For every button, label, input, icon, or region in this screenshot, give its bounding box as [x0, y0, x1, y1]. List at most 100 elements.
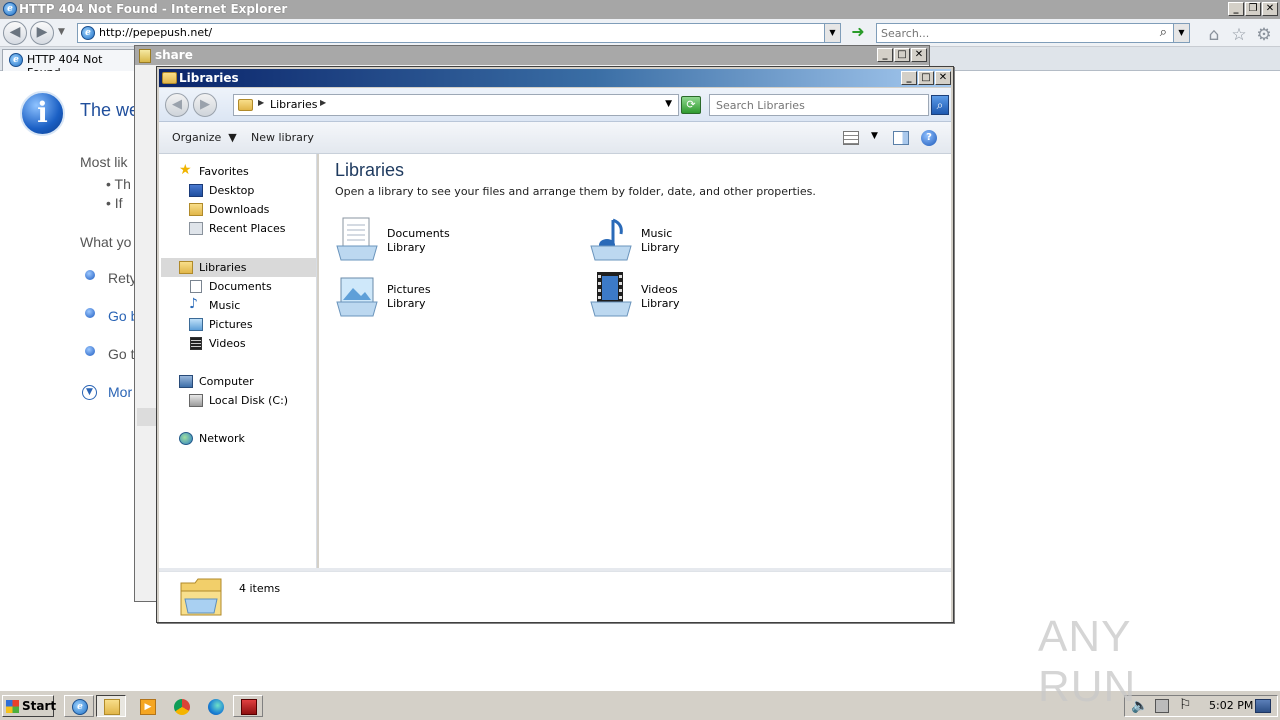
ie-icon: e [3, 2, 17, 16]
libraries-folder-icon [180, 578, 222, 616]
search-icon[interactable]: ⌕ [931, 95, 949, 115]
computer-icon [179, 375, 193, 388]
breadcrumb[interactable]: ▶ Libraries ▶ ▼ [233, 94, 679, 116]
view-dropdown-icon[interactable]: ▼ [871, 131, 878, 141]
info-icon: i [20, 91, 65, 136]
ie-icon: e [72, 699, 88, 715]
back-icon[interactable]: ◀ [3, 21, 27, 45]
ie-search-input[interactable] [877, 24, 1157, 42]
new-library-button[interactable]: New library [251, 122, 314, 154]
share-window-title: share [155, 48, 193, 62]
ie-tab[interactable]: e HTTP 404 Not Found [2, 49, 135, 79]
cause-intro: Most lik [80, 154, 128, 170]
share-titlebar: share _ □ ✕ [135, 46, 929, 65]
search-dropdown-icon[interactable]: ▼ [1173, 24, 1189, 42]
ie-search-box[interactable]: ⌕ ▼ [876, 23, 1190, 43]
show-desktop-icon[interactable] [1255, 699, 1271, 713]
favorites-star-icon[interactable]: ☆ [1229, 25, 1249, 45]
history-dropdown-icon[interactable]: ▼ [58, 27, 65, 37]
bullet-dot-icon [85, 270, 95, 280]
libraries-command-bar: Organize ▼ New library ▼ ? [159, 122, 951, 154]
library-name: Music [641, 227, 673, 240]
expand-more-icon[interactable]: ▼ [82, 385, 97, 400]
forward-icon[interactable]: ▶ [193, 93, 217, 117]
breadcrumb-libraries[interactable]: Libraries [270, 98, 318, 111]
content-heading: Libraries [335, 160, 405, 180]
libraries-search-input[interactable] [710, 95, 926, 115]
share-close-button[interactable]: ✕ [911, 48, 927, 62]
edge-icon [208, 699, 224, 715]
desktop-icon [189, 184, 203, 197]
cause-bullet-1: • Th [106, 176, 131, 192]
libraries-folder-icon [162, 72, 177, 84]
organize-button[interactable]: Organize ▼ [172, 122, 237, 154]
home-icon[interactable]: ⌂ [1204, 25, 1224, 45]
network-icon[interactable] [1155, 699, 1169, 713]
refresh-icon[interactable]: ⟳ [681, 96, 701, 114]
recent-places-icon [189, 222, 203, 235]
gear-icon[interactable]: ⚙ [1254, 25, 1274, 45]
taskbar-app-button[interactable] [233, 695, 263, 717]
breadcrumb-chevron-icon[interactable]: ▶ [320, 98, 326, 107]
media-player-icon: ▶ [140, 699, 156, 715]
library-videos[interactable]: Videos Library [589, 272, 829, 320]
libraries-close-button[interactable]: ✕ [935, 71, 951, 85]
help-icon[interactable]: ? [921, 130, 937, 146]
clock[interactable]: 5:02 PM [1209, 699, 1253, 712]
forward-icon[interactable]: ▶ [30, 21, 54, 45]
libraries-maximize-button[interactable]: □ [918, 71, 934, 85]
actions-intro: What yo [80, 234, 132, 250]
taskbar-chrome-button[interactable] [166, 695, 196, 717]
ie-window-title: HTTP 404 Not Found - Internet Explorer [19, 2, 288, 16]
address-text: http://pepepush.net/ [99, 26, 213, 39]
search-icon[interactable]: ⌕ [1160, 25, 1167, 40]
tab-page-icon: e [9, 53, 23, 67]
taskbar-explorer-button[interactable] [96, 695, 126, 717]
ie-minimize-button[interactable]: _ [1228, 2, 1244, 16]
taskbar-edge-button[interactable] [200, 695, 230, 717]
library-music[interactable]: Music Library [589, 216, 829, 264]
start-button[interactable]: Start [2, 695, 56, 717]
content-pane: Documents Library Music Library Pictures… [319, 154, 951, 568]
library-type: Library [387, 297, 426, 310]
address-dropdown-icon[interactable]: ▼ [824, 24, 840, 42]
disk-drive-icon [189, 394, 203, 407]
more-info-link[interactable]: Mor [108, 384, 132, 400]
library-pictures[interactable]: Pictures Library [335, 272, 575, 320]
cause-bullet-2: • If [106, 195, 123, 211]
libraries-search-box[interactable] [709, 94, 929, 116]
documents-icon [190, 280, 202, 293]
back-icon[interactable]: ◀ [165, 93, 189, 117]
system-tray: 🔈 ⚐ 5:02 PM [1124, 695, 1278, 717]
view-options-icon[interactable] [843, 131, 859, 145]
bullet-dot-icon [85, 308, 95, 318]
library-documents[interactable]: Documents Library [335, 216, 575, 264]
retry-link[interactable]: Rety [108, 270, 137, 286]
flag-icon[interactable]: ⚐ [1179, 697, 1192, 713]
chrome-icon [174, 699, 190, 715]
taskbar-media-player-button[interactable]: ▶ [132, 695, 162, 717]
ie-restore-button[interactable]: ❐ [1245, 2, 1261, 16]
app-icon [241, 699, 257, 715]
breadcrumb-dropdown-icon[interactable]: ▼ [665, 99, 672, 109]
ie-close-button[interactable]: ✕ [1262, 2, 1278, 16]
go-to-link[interactable]: Go t [108, 346, 134, 362]
go-arrow-icon[interactable]: ➜ [848, 24, 868, 42]
breadcrumb-chevron-icon[interactable]: ▶ [258, 98, 264, 107]
music-library-icon [590, 218, 632, 261]
address-bar[interactable]: e http://pepepush.net/ ▼ [77, 23, 841, 43]
star-icon: ★ [179, 162, 192, 178]
share-scroll-stub [137, 408, 157, 426]
downloads-icon [189, 203, 203, 216]
ie-titlebar: e HTTP 404 Not Found - Internet Explorer… [0, 0, 1280, 19]
preview-pane-icon[interactable] [893, 131, 909, 145]
item-count: 4 items [239, 582, 281, 595]
libraries-navbar: ◀ ▶ ▶ Libraries ▶ ▼ ⟳ ⌕ [159, 88, 951, 122]
bullet-dot-icon [85, 346, 95, 356]
share-minimize-button[interactable]: _ [877, 48, 893, 62]
pictures-icon [189, 318, 203, 331]
libraries-minimize-button[interactable]: _ [901, 71, 917, 85]
library-name: Videos [641, 283, 678, 296]
share-maximize-button[interactable]: □ [894, 48, 910, 62]
taskbar-ie-button[interactable]: e [64, 695, 94, 717]
